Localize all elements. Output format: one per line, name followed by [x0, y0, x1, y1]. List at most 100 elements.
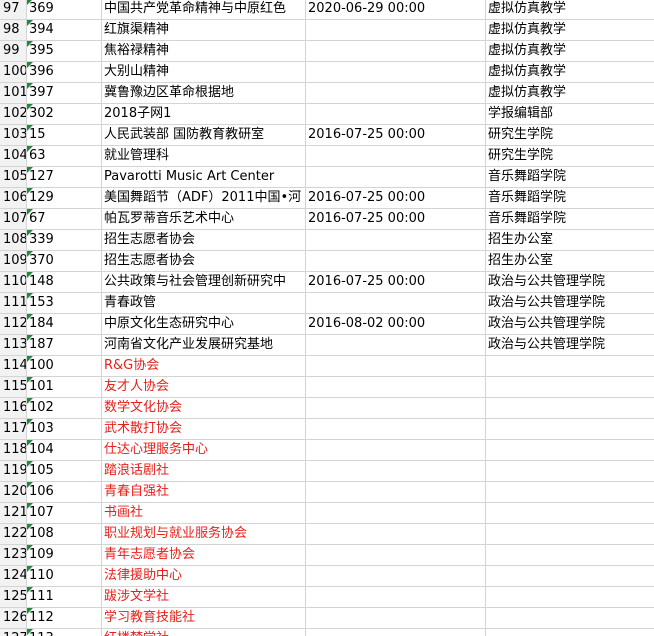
cell-name[interactable]: 公共政策与社会管理创新研究中: [102, 272, 306, 293]
cell-department[interactable]: [486, 419, 654, 440]
cell-name[interactable]: 红旗渠精神: [102, 20, 306, 41]
cell-name[interactable]: 就业管理科: [102, 146, 306, 167]
cell-date[interactable]: [306, 587, 486, 608]
cell-department[interactable]: 学报编辑部: [486, 104, 654, 125]
cell-id[interactable]: 67: [27, 209, 102, 230]
cell-department[interactable]: 政治与公共管理学院: [486, 272, 654, 293]
table-row[interactable]: 108 339 招生志愿者协会 招生办公室: [0, 230, 654, 251]
cell-department[interactable]: 研究生学院: [486, 146, 654, 167]
cell-name[interactable]: 职业规划与就业服务协会: [102, 524, 306, 545]
table-row[interactable]: 118 104 仕达心理服务中心: [0, 440, 654, 461]
cell-department[interactable]: [486, 398, 654, 419]
cell-id[interactable]: 127: [27, 167, 102, 188]
cell-name[interactable]: 数学文化协会: [102, 398, 306, 419]
table-row[interactable]: 111 153 青春政管 政治与公共管理学院: [0, 293, 654, 314]
table-row[interactable]: 99 395 焦裕禄精神 虚拟仿真教学: [0, 41, 654, 62]
cell-id[interactable]: 302: [27, 104, 102, 125]
cell-id[interactable]: 103: [27, 419, 102, 440]
cell-id[interactable]: 63: [27, 146, 102, 167]
cell-name[interactable]: 冀鲁豫边区革命根据地: [102, 83, 306, 104]
table-row[interactable]: 97 369 中国共产党革命精神与中原红色 2020-06-29 00:00 虚拟仿真教…: [0, 0, 654, 20]
cell-date[interactable]: [306, 356, 486, 377]
table-row[interactable]: 117 103 武术散打协会: [0, 419, 654, 440]
row-number-header[interactable]: 117: [0, 419, 27, 440]
row-number-header[interactable]: 111: [0, 293, 27, 314]
table-row[interactable]: 124 110 法律援助中心: [0, 566, 654, 587]
row-number-header[interactable]: 104: [0, 146, 27, 167]
row-number-header[interactable]: 105: [0, 167, 27, 188]
cell-id[interactable]: 397: [27, 83, 102, 104]
cell-department[interactable]: 虚拟仿真教学: [486, 62, 654, 83]
cell-name[interactable]: R&G协会: [102, 356, 306, 377]
table-row[interactable]: 100 396 大别山精神 虚拟仿真教学: [0, 62, 654, 83]
cell-date[interactable]: 2020-06-29 00:00: [306, 0, 486, 20]
table-row[interactable]: 115 101 友才人协会: [0, 377, 654, 398]
cell-name[interactable]: 红楼梦学社: [102, 629, 306, 636]
cell-id[interactable]: 395: [27, 41, 102, 62]
table-row[interactable]: 126 112 学习教育技能社: [0, 608, 654, 629]
row-number-header[interactable]: 114: [0, 356, 27, 377]
row-number-header[interactable]: 122: [0, 524, 27, 545]
table-row[interactable]: 102 302 2018子网1 学报编辑部: [0, 104, 654, 125]
cell-name[interactable]: 河南省文化产业发展研究基地: [102, 335, 306, 356]
cell-name[interactable]: 人民武装部 国防教育教研室: [102, 125, 306, 146]
row-number-header[interactable]: 115: [0, 377, 27, 398]
cell-id[interactable]: 111: [27, 587, 102, 608]
cell-date[interactable]: [306, 461, 486, 482]
cell-id[interactable]: 394: [27, 20, 102, 41]
row-number-header[interactable]: 101: [0, 83, 27, 104]
row-number-header[interactable]: 126: [0, 608, 27, 629]
cell-department[interactable]: 政治与公共管理学院: [486, 314, 654, 335]
row-number-header[interactable]: 107: [0, 209, 27, 230]
row-number-header[interactable]: 106: [0, 188, 27, 209]
cell-department[interactable]: 虚拟仿真教学: [486, 83, 654, 104]
cell-date[interactable]: [306, 20, 486, 41]
cell-department[interactable]: 虚拟仿真教学: [486, 20, 654, 41]
row-number-header[interactable]: 125: [0, 587, 27, 608]
table-row[interactable]: 123 109 青年志愿者协会: [0, 545, 654, 566]
cell-id[interactable]: 106: [27, 482, 102, 503]
row-number-header[interactable]: 108: [0, 230, 27, 251]
cell-name[interactable]: 书画社: [102, 503, 306, 524]
cell-id[interactable]: 100: [27, 356, 102, 377]
cell-department[interactable]: [486, 461, 654, 482]
cell-date[interactable]: [306, 524, 486, 545]
cell-department[interactable]: [486, 566, 654, 587]
spreadsheet-grid[interactable]: 97 369 中国共产党革命精神与中原红色 2020-06-29 00:00 虚拟仿真教…: [0, 0, 654, 636]
cell-id[interactable]: 370: [27, 251, 102, 272]
table-row[interactable]: 113 187 河南省文化产业发展研究基地 政治与公共管理学院: [0, 335, 654, 356]
table-row[interactable]: 114 100 R&G协会: [0, 356, 654, 377]
row-number-header[interactable]: 118: [0, 440, 27, 461]
cell-id[interactable]: 339: [27, 230, 102, 251]
cell-name[interactable]: 青春自强社: [102, 482, 306, 503]
cell-date[interactable]: [306, 482, 486, 503]
table-row[interactable]: 116 102 数学文化协会: [0, 398, 654, 419]
row-number-header[interactable]: 109: [0, 251, 27, 272]
cell-date[interactable]: 2016-07-25 00:00: [306, 209, 486, 230]
cell-department[interactable]: 政治与公共管理学院: [486, 335, 654, 356]
cell-name[interactable]: 中国共产党革命精神与中原红色: [102, 0, 306, 20]
cell-id[interactable]: 369: [27, 0, 102, 20]
cell-date[interactable]: [306, 419, 486, 440]
cell-department[interactable]: [486, 587, 654, 608]
cell-date[interactable]: [306, 335, 486, 356]
cell-date[interactable]: [306, 608, 486, 629]
cell-department[interactable]: [486, 377, 654, 398]
cell-date[interactable]: 2016-07-25 00:00: [306, 272, 486, 293]
table-row[interactable]: 106 129 美国舞蹈节（ADF）2011中国•河 2016-07-25 00:00…: [0, 188, 654, 209]
row-number-header[interactable]: 120: [0, 482, 27, 503]
cell-department[interactable]: 音乐舞蹈学院: [486, 188, 654, 209]
cell-department[interactable]: 研究生学院: [486, 125, 654, 146]
cell-name[interactable]: 招生志愿者协会: [102, 230, 306, 251]
cell-date[interactable]: [306, 566, 486, 587]
table-row[interactable]: 120 106 青春自强社: [0, 482, 654, 503]
row-number-header[interactable]: 127: [0, 629, 27, 636]
cell-id[interactable]: 102: [27, 398, 102, 419]
cell-department[interactable]: [486, 440, 654, 461]
cell-date[interactable]: [306, 146, 486, 167]
table-row[interactable]: 105 127 Pavarotti Music Art Center 音乐舞蹈学院: [0, 167, 654, 188]
cell-name[interactable]: 美国舞蹈节（ADF）2011中国•河: [102, 188, 306, 209]
cell-id[interactable]: 148: [27, 272, 102, 293]
cell-name[interactable]: 友才人协会: [102, 377, 306, 398]
cell-id[interactable]: 184: [27, 314, 102, 335]
